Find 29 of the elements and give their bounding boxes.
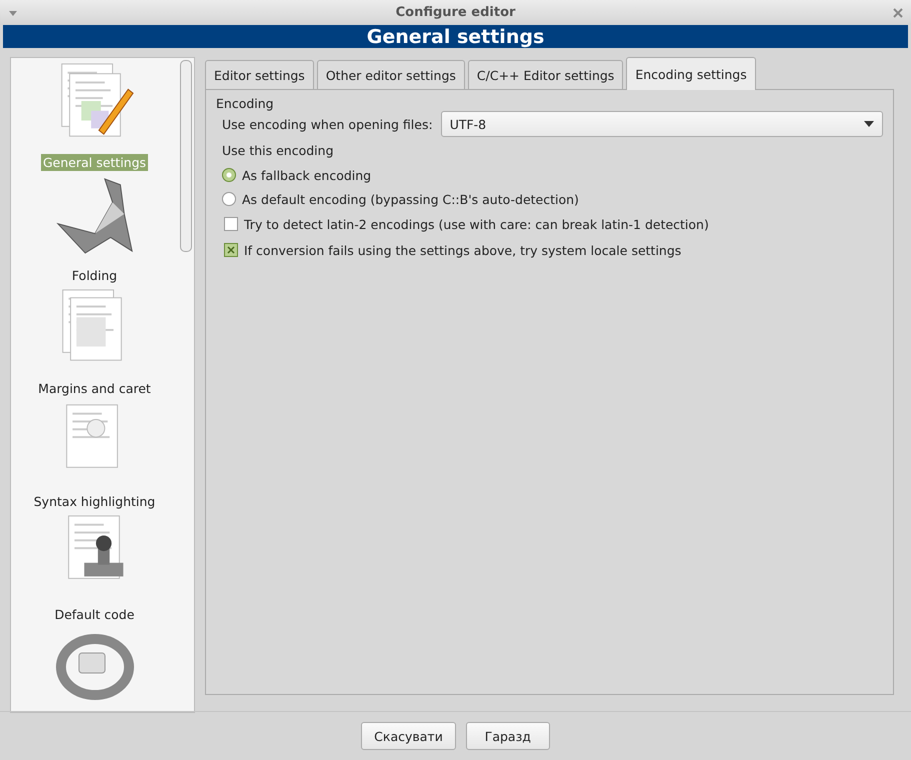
encoding-dropdown[interactable]: UTF-8 [440, 111, 883, 137]
sidebar-item[interactable]: Default code [52, 606, 136, 623]
radio-button[interactable] [222, 192, 236, 206]
origami-bird-icon [54, 175, 134, 255]
close-icon[interactable] [893, 8, 903, 18]
tab[interactable]: Other editor settings [316, 60, 465, 89]
radio-label: As default encoding (bypassing C::B's auto-detection) [242, 192, 579, 206]
sidebar-item[interactable]: Syntax highlighting [32, 493, 158, 510]
window-title: Configure editor [396, 5, 516, 20]
checkbox[interactable] [224, 217, 238, 231]
ok-button[interactable]: Гаразд [466, 722, 550, 750]
scrollbar-thumb[interactable] [180, 60, 192, 252]
sidebar-item[interactable]: Margins and caret [36, 380, 153, 397]
tab[interactable]: Encoding settings [626, 57, 756, 90]
checkbox[interactable] [224, 243, 238, 257]
tab[interactable]: Editor settings [205, 60, 314, 89]
cancel-button[interactable]: Скасувати [361, 722, 456, 750]
radio-label: As fallback encoding [242, 168, 372, 182]
tab[interactable]: C/C++ Editor settings [468, 60, 624, 89]
header-title: General settings [366, 26, 544, 48]
sidebar-item[interactable]: Folding [70, 267, 120, 284]
checkbox-label: If conversion fails using the settings above, try system locale settings [244, 242, 682, 258]
checkbox-label: Try to detect latin-2 encodings (use with care: can break latin-1 detection) [244, 216, 709, 232]
radio-button[interactable] [222, 168, 236, 182]
check-mark-icon [227, 246, 235, 254]
caret-icon [864, 121, 874, 127]
field-label: Use encoding when opening files: [222, 116, 433, 132]
group-label: Encoding [216, 96, 275, 111]
section-label: Use this encoding [222, 142, 334, 158]
